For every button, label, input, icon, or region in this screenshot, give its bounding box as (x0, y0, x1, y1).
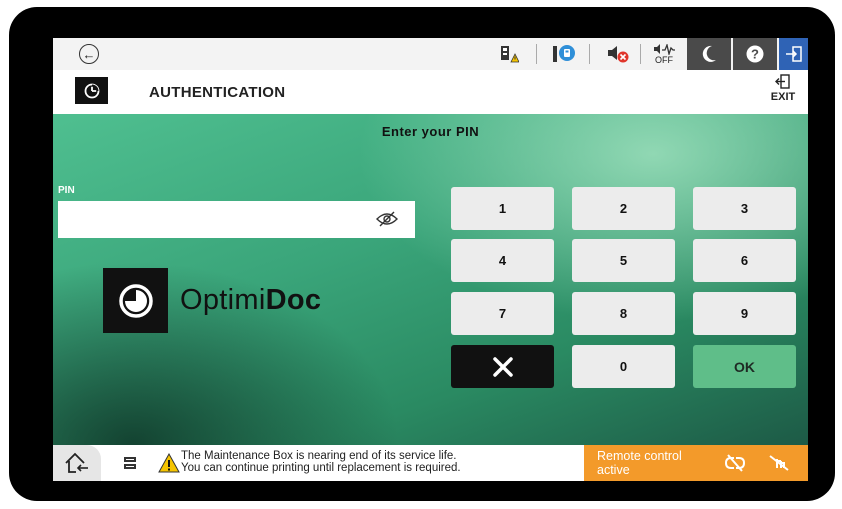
device-info-icon[interactable] (551, 42, 577, 66)
optimidoc-logo-icon (75, 77, 108, 104)
remote-disconnect-button[interactable] (719, 450, 751, 476)
link-off-icon (725, 454, 745, 472)
exit-icon (775, 74, 790, 89)
quiet-mode-label: OFF (655, 54, 673, 65)
optimidoc-brand: OptimiDoc (103, 268, 321, 333)
authentication-panel: Enter your PIN PIN OptimiDoc 1 2 3 4 5 6… (53, 114, 808, 445)
status-message-line1: The Maintenance Box is nearing end of it… (181, 450, 457, 462)
job-status-icon[interactable] (119, 453, 141, 473)
clear-button[interactable] (451, 345, 554, 388)
status-separator (589, 44, 590, 64)
exit-label: EXIT (770, 91, 796, 103)
page-title: AUTHENTICATION (149, 84, 286, 101)
quiet-mode-off-icon[interactable]: OFF (647, 42, 681, 66)
sleep-moon-icon[interactable] (687, 38, 731, 70)
brand-text-light: Optimi (180, 284, 266, 316)
touch-off-icon (769, 455, 789, 471)
status-message[interactable]: The Maintenance Box is nearing end of it… (181, 450, 461, 474)
touch-screen: ← OFF ? AUTHENTICATION EXIT Enter your P… (53, 38, 808, 481)
remote-touch-disable-button[interactable] (763, 450, 795, 476)
brand-text-bold: Doc (265, 284, 322, 316)
keypad-5-button[interactable]: 5 (572, 239, 675, 282)
warning-icon (158, 453, 180, 473)
home-icon (65, 452, 88, 473)
status-separator (640, 44, 641, 64)
sound-muted-icon[interactable] (605, 42, 631, 66)
back-arrow-icon[interactable]: ← (79, 44, 99, 64)
keypad-6-button[interactable]: 6 (693, 239, 796, 282)
title-bar: AUTHENTICATION EXIT (53, 70, 808, 114)
remote-control-line2: active (597, 463, 630, 477)
status-bar: ← OFF ? (53, 38, 808, 70)
keypad-7-button[interactable]: 7 (451, 292, 554, 335)
sign-out-icon[interactable] (779, 38, 808, 70)
remote-control-line1: Remote control (597, 449, 682, 463)
status-separator (536, 44, 537, 64)
pin-input[interactable] (58, 201, 415, 238)
remote-control-status: Remote control active (597, 449, 682, 477)
optimidoc-brand-icon (103, 268, 168, 333)
home-button[interactable] (53, 445, 101, 481)
keypad-3-button[interactable]: 3 (693, 187, 796, 230)
keypad-9-button[interactable]: 9 (693, 292, 796, 335)
keypad-8-button[interactable]: 8 (572, 292, 675, 335)
keypad-0-button[interactable]: 0 (572, 345, 675, 388)
keypad-1-button[interactable]: 1 (451, 187, 554, 230)
remote-control-banner: Remote control active (584, 445, 808, 481)
brand-wordmark: OptimiDoc (180, 284, 321, 317)
pin-prompt: Enter your PIN (381, 124, 480, 139)
close-icon (492, 356, 513, 377)
svg-text:?: ? (751, 47, 759, 62)
exit-button[interactable]: EXIT (766, 74, 800, 110)
help-icon[interactable]: ? (733, 38, 777, 70)
status-message-line2: You can continue printing until replacem… (181, 462, 461, 474)
pin-label: PIN (58, 185, 75, 196)
ink-warning-icon[interactable] (498, 42, 520, 66)
eye-slash-icon[interactable] (375, 208, 399, 230)
keypad-4-button[interactable]: 4 (451, 239, 554, 282)
ok-button[interactable]: OK (693, 345, 796, 388)
keypad-2-button[interactable]: 2 (572, 187, 675, 230)
bottom-bar: The Maintenance Box is nearing end of it… (53, 445, 808, 481)
